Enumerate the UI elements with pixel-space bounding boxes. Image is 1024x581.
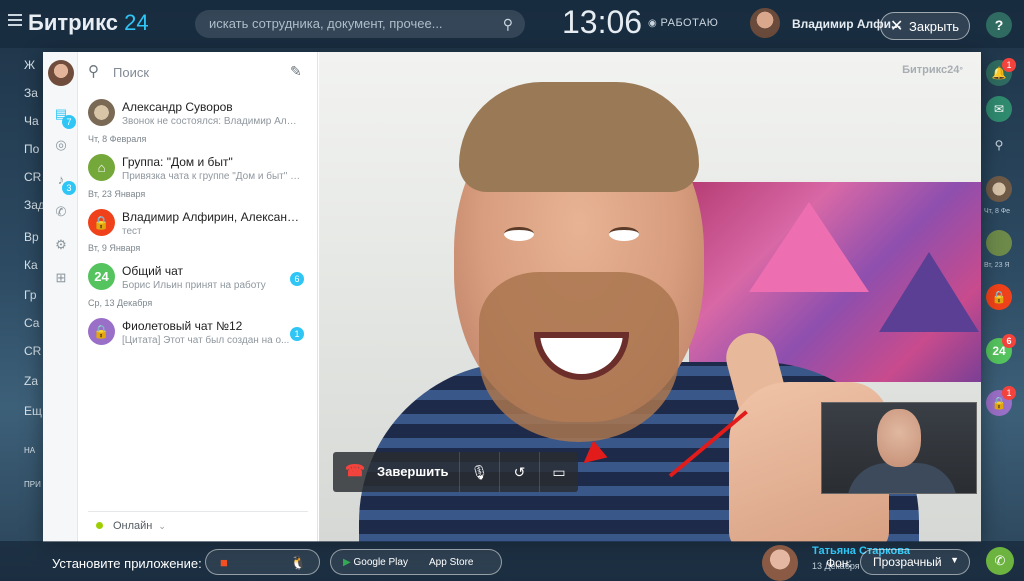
nav-item[interactable]: Са bbox=[24, 316, 39, 330]
windows-icon[interactable]: ■ bbox=[220, 554, 228, 572]
microphone-icon[interactable]: 🎙 bbox=[459, 452, 499, 492]
bell-icon[interactable]: 🔔 1 bbox=[986, 58, 1016, 86]
nav-item[interactable]: CR bbox=[24, 344, 41, 358]
date-separator: Вт, 9 Января bbox=[88, 243, 141, 253]
background-label: Фон: bbox=[826, 556, 852, 570]
nav-item[interactable]: Зад bbox=[24, 198, 45, 212]
avatar[interactable] bbox=[762, 545, 798, 581]
chat-list: ⚲ Поиск ✎ Александр Суворов Звонок не со… bbox=[78, 52, 318, 542]
background-select[interactable]: Прозрачный ▼ bbox=[860, 549, 970, 575]
chat-item[interactable]: 🔒 Владимир Алфирин, Александр Тр... тест bbox=[78, 205, 318, 243]
chat-icon[interactable]: ▤ 7 bbox=[53, 106, 76, 129]
nav-item[interactable]: Ча bbox=[24, 114, 39, 128]
linux-icon[interactable]: 🐧 bbox=[290, 554, 306, 572]
add-chat-icon[interactable]: ⊞ bbox=[53, 270, 69, 286]
phone-hangup-icon: ☎ bbox=[345, 463, 365, 480]
chat-24-avatar: 24 bbox=[88, 263, 115, 290]
nav-item[interactable]: Гр bbox=[24, 288, 37, 302]
top-bar: Битрикс 24 искать сотрудника, документ, … bbox=[0, 0, 1024, 48]
avatar[interactable] bbox=[750, 8, 780, 38]
phone-icon[interactable]: ✆ bbox=[986, 547, 1014, 575]
status-dot bbox=[96, 522, 103, 529]
chat-item[interactable]: 24 Общий чат Борис Ильин принят на работ… bbox=[78, 259, 318, 297]
date-label: Вт, 23 Я bbox=[984, 262, 1010, 269]
date-label: Чт, 8 Фе bbox=[984, 208, 1011, 215]
search-icon: ⚲ bbox=[502, 16, 513, 32]
chat-icon[interactable]: ✉ bbox=[986, 96, 1012, 122]
avatar[interactable] bbox=[986, 176, 1012, 202]
chat-item[interactable]: Александр Суворов Звонок не состоялся: В… bbox=[78, 95, 318, 133]
watermark: Битрикс24 bbox=[902, 64, 963, 76]
chat-icon[interactable]: ▭ bbox=[539, 452, 578, 492]
self-view-video[interactable] bbox=[821, 402, 977, 494]
search-icon[interactable]: ⚲ bbox=[986, 132, 1012, 158]
chat-item[interactable]: ⌂ Группа: "Дом и быт" Привязка чата к гр… bbox=[78, 150, 318, 188]
messenger-sidebar: ▤ 7 ◎ ♪ 3 ✆ ⚙ ⊞ bbox=[43, 52, 78, 542]
person-eye bbox=[504, 227, 534, 241]
chevron-down-icon: ▼ bbox=[950, 555, 959, 565]
nav-item[interactable]: Ещ bbox=[24, 404, 42, 418]
nav-item[interactable]: НА bbox=[24, 446, 35, 455]
phone-icon[interactable]: ✆ bbox=[53, 204, 69, 220]
date-separator: Вт, 23 Января bbox=[88, 189, 146, 199]
lock-icon[interactable]: 🔒 1 bbox=[986, 386, 1016, 416]
menu-icon[interactable] bbox=[8, 14, 22, 26]
nav-item[interactable]: За bbox=[24, 86, 38, 100]
lock-icon[interactable]: 🔒 bbox=[986, 284, 1012, 310]
avatar bbox=[88, 99, 115, 126]
wall-shape bbox=[749, 202, 869, 292]
avatar[interactable] bbox=[986, 230, 1012, 256]
pip-face bbox=[877, 409, 921, 467]
chat-bubble-icon[interactable]: ◎ bbox=[53, 137, 69, 153]
work-status[interactable]: РАБОТАЮ bbox=[648, 17, 718, 29]
chat-item[interactable]: 🔒 Фиолетовый чат №12 [Цитата] Этот чат б… bbox=[78, 314, 318, 352]
nav-item[interactable]: Ж bbox=[24, 58, 35, 72]
nav-item[interactable]: Za bbox=[24, 374, 38, 388]
search-input[interactable]: искать сотрудника, документ, прочее... ⚲ bbox=[195, 10, 525, 38]
bell-icon[interactable]: ♪ 3 bbox=[53, 172, 76, 195]
person-hair bbox=[459, 82, 699, 192]
edit-icon[interactable]: ✎ bbox=[290, 63, 302, 80]
app-store-link[interactable]: App Store bbox=[429, 554, 473, 572]
lock-icon: 🔒 bbox=[88, 318, 115, 345]
call-controls: ☎ Завершить 🎙 ↺ ▭ bbox=[333, 452, 578, 492]
status-selector[interactable]: Онлайн ⌄ bbox=[88, 511, 308, 532]
left-navigation: Ж За Ча По CR Зад Вр Ка Гр Са CR Za Ещ Н… bbox=[0, 48, 45, 581]
house-icon: ⌂ bbox=[88, 154, 115, 181]
nav-item[interactable]: Ка bbox=[24, 258, 38, 272]
chat-24-avatar[interactable]: 24 6 bbox=[986, 334, 1016, 364]
clock[interactable]: 13:06 bbox=[562, 4, 642, 41]
close-button[interactable]: ✕ Закрыть bbox=[880, 12, 970, 40]
nav-item[interactable]: По bbox=[24, 142, 39, 156]
nav-item[interactable]: CR bbox=[24, 170, 41, 184]
person-eye bbox=[609, 227, 639, 241]
lock-icon: 🔒 bbox=[88, 209, 115, 236]
install-label: Установите приложение: bbox=[52, 556, 202, 571]
video-call-window: ▤ 7 ◎ ♪ 3 ✆ ⚙ ⊞ ⚲ Поиск ✎ Александр Суворо… bbox=[43, 52, 981, 542]
unread-badge: 1 bbox=[290, 327, 304, 341]
mobile-apps-pill: ▶ Google Play App Store bbox=[330, 549, 502, 575]
gear-icon[interactable]: ⚙ bbox=[53, 237, 69, 253]
avatar[interactable] bbox=[48, 60, 74, 86]
right-chat-bar: 🔔 1 ✉ ⚲ Чт, 8 Фе Вт, 23 Я 🔒 24 6 🔒 1 bbox=[980, 48, 1024, 581]
end-call-button[interactable]: ☎ Завершить bbox=[333, 452, 459, 492]
pip-shirt bbox=[847, 463, 957, 493]
wall-shape bbox=[879, 252, 979, 332]
desktop-apps-pill: ■ 🐧 bbox=[205, 549, 320, 575]
nav-item[interactable]: Вр bbox=[24, 230, 39, 244]
chevron-down-icon: ⌄ bbox=[158, 521, 166, 531]
google-play-link[interactable]: ▶ Google Play bbox=[343, 554, 408, 572]
unread-badge: 6 bbox=[290, 272, 304, 286]
help-button[interactable]: ? bbox=[986, 12, 1012, 38]
video-stream: Битрикс24 ☎Завершить 🎙 ↺ ▭ bbox=[319, 52, 981, 542]
search-icon: ⚲ bbox=[88, 63, 99, 80]
close-icon: ✕ bbox=[890, 18, 904, 35]
logo[interactable]: Битрикс 24 bbox=[28, 10, 149, 36]
date-separator: Чт, 8 Февраля bbox=[88, 134, 147, 144]
date-separator: Ср, 13 Декабря bbox=[88, 298, 153, 308]
nav-item[interactable]: ПРИ bbox=[24, 480, 41, 489]
history-icon[interactable]: ↺ bbox=[499, 452, 539, 492]
